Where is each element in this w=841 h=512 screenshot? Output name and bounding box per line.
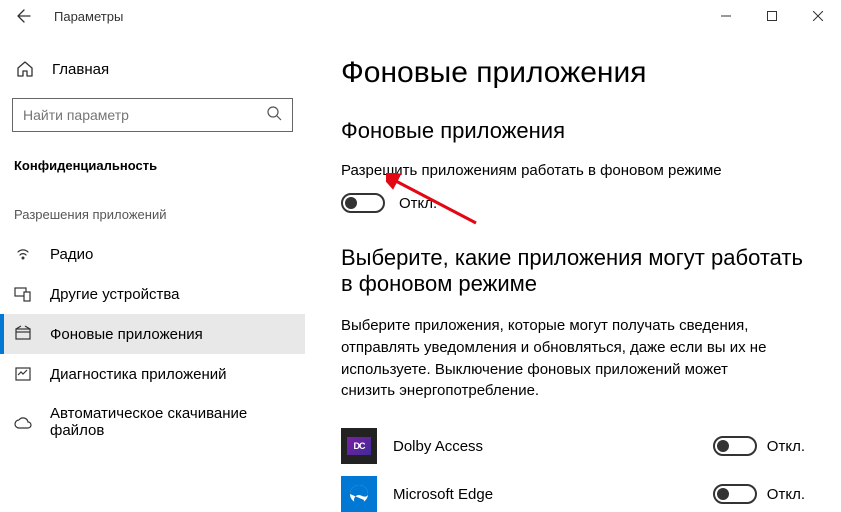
allow-background-desc: Разрешить приложениям работать в фоновом… — [341, 162, 805, 179]
sidebar-item-label: Другие устройства — [50, 286, 179, 303]
app-row-left: Microsoft Edge — [341, 476, 493, 512]
choose-apps-desc: Выберите приложения, которые могут получ… — [341, 315, 781, 402]
close-button[interactable] — [795, 0, 841, 32]
app-toggle-wrap: Откл. — [713, 436, 805, 456]
sidebar-group-heading: Разрешения приложений — [0, 181, 305, 234]
app-toggle-dolby[interactable] — [713, 436, 757, 456]
app-toggle-label: Откл. — [767, 486, 805, 503]
maximize-icon — [767, 11, 777, 21]
app-name-label: Dolby Access — [393, 438, 483, 455]
arrow-left-icon — [16, 8, 32, 24]
close-icon — [813, 11, 823, 21]
toggle-knob — [717, 440, 729, 452]
download-icon — [14, 413, 32, 431]
background-apps-icon — [14, 325, 32, 343]
sidebar-item-auto-download[interactable]: Автоматическое скачивание файлов — [0, 394, 305, 450]
section-heading-choose: Выберите, какие приложения могут работат… — [341, 245, 805, 297]
allow-background-toggle[interactable] — [341, 193, 385, 213]
app-toggle-edge[interactable] — [713, 484, 757, 504]
sidebar-item-label: Автоматическое скачивание файлов — [50, 405, 291, 439]
sidebar-item-home[interactable]: Главная — [0, 52, 305, 86]
diagnostics-icon — [14, 365, 32, 383]
dolby-access-icon: DC — [341, 428, 377, 464]
content-pane: Фоновые приложения Фоновые приложения Ра… — [305, 32, 841, 512]
toggle-knob — [345, 197, 357, 209]
window-title: Параметры — [54, 9, 123, 24]
home-icon — [16, 60, 34, 78]
sidebar-item-label: Радио — [50, 246, 93, 263]
back-button[interactable] — [10, 2, 38, 30]
toggle-knob — [717, 488, 729, 500]
app-row-dolby: DC Dolby Access Откл. — [341, 422, 805, 470]
section-heading: Фоновые приложения — [341, 118, 805, 144]
sidebar-item-other-devices[interactable]: Другие устройства — [0, 274, 305, 314]
search-icon — [266, 105, 282, 126]
sidebar-item-app-diagnostics[interactable]: Диагностика приложений — [0, 354, 305, 394]
sidebar-item-label: Диагностика приложений — [50, 366, 226, 383]
search-input[interactable] — [12, 98, 293, 132]
devices-icon — [14, 285, 32, 303]
app-toggle-wrap: Откл. — [713, 484, 805, 504]
sidebar-item-label: Главная — [52, 61, 109, 78]
radio-icon — [14, 245, 32, 263]
app-row-edge: Microsoft Edge Откл. — [341, 470, 805, 512]
minimize-icon — [721, 11, 731, 21]
app-name-label: Microsoft Edge — [393, 486, 493, 503]
sidebar-item-radio[interactable]: Радио — [0, 234, 305, 274]
sidebar-item-label: Фоновые приложения — [50, 326, 203, 343]
app-toggle-label: Откл. — [767, 438, 805, 455]
minimize-button[interactable] — [703, 0, 749, 32]
page-title: Фоновые приложения — [341, 56, 805, 90]
search-field[interactable] — [23, 107, 266, 123]
maximize-button[interactable] — [749, 0, 795, 32]
microsoft-edge-icon — [341, 476, 377, 512]
dolby-glyph: DC — [347, 437, 371, 455]
allow-background-toggle-label: Откл. — [399, 195, 437, 212]
allow-background-toggle-row: Откл. — [341, 193, 805, 213]
app-row-left: DC Dolby Access — [341, 428, 483, 464]
sidebar: Главная Конфиденциальность Разрешения пр… — [0, 32, 305, 512]
layout: Главная Конфиденциальность Разрешения пр… — [0, 32, 841, 512]
sidebar-section-title: Конфиденциальность — [0, 150, 305, 181]
window-controls — [703, 0, 841, 32]
sidebar-item-background-apps[interactable]: Фоновые приложения — [0, 314, 305, 354]
title-bar: Параметры — [0, 0, 841, 32]
